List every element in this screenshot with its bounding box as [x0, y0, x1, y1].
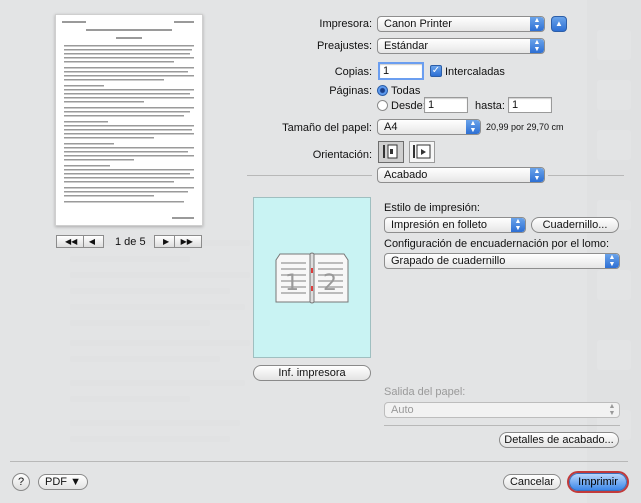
- orientation-label: Orientación:: [312, 149, 372, 161]
- previous-page-icon[interactable]: ◀: [89, 237, 95, 246]
- paper-output-value: Auto: [391, 404, 414, 416]
- section-separator-right: [548, 175, 624, 176]
- pages-all-radio[interactable]: [377, 85, 388, 96]
- paper-dimensions: 20,99 por 29,70 cm: [486, 122, 564, 132]
- section-separator-left: [247, 175, 372, 176]
- help-button[interactable]: ?: [12, 473, 30, 491]
- paper-size-select[interactable]: A4 ▲ ▼: [377, 119, 481, 135]
- updown-arrows-icon: ▲ ▼: [605, 254, 619, 268]
- section-select[interactable]: Acabado ▲ ▼: [377, 167, 545, 183]
- pdf-menu-button[interactable]: PDF ▼: [38, 474, 88, 490]
- booklet-preview: 1 2: [253, 197, 371, 358]
- expand-dialog-button[interactable]: ▲: [551, 16, 567, 32]
- updown-arrows-icon: ▲ ▼: [530, 17, 544, 31]
- copies-field[interactable]: 1: [378, 62, 424, 80]
- orientation-portrait-button[interactable]: [378, 141, 404, 163]
- printer-label: Impresora:: [319, 18, 372, 30]
- print-style-value: Impresión en folleto: [391, 219, 487, 231]
- pages-to-field[interactable]: 1: [508, 97, 552, 113]
- paper-size-value: A4: [384, 121, 398, 133]
- binding-select[interactable]: Grapado de cuadernillo ▲ ▼: [384, 253, 620, 269]
- print-style-label: Estilo de impresión:: [384, 202, 480, 214]
- booklet-page-number-right: 2: [323, 271, 337, 296]
- booklet-button[interactable]: Cuadernillo...: [531, 217, 619, 233]
- print-style-select[interactable]: Impresión en folleto ▲ ▼: [384, 217, 526, 233]
- bottom-separator: [10, 461, 628, 462]
- printer-select[interactable]: Canon Printer ▲ ▼: [377, 16, 545, 32]
- page-preview-content: [62, 21, 194, 219]
- updown-arrows-icon: ▲ ▼: [511, 218, 525, 232]
- presets-label: Preajustes:: [316, 40, 372, 52]
- copies-label: Copias:: [334, 66, 372, 78]
- paper-output-label: Salida del papel:: [384, 386, 466, 398]
- pages-range-radio[interactable]: [377, 100, 388, 111]
- portrait-icon: [383, 144, 398, 159]
- updown-arrows-icon: ▲ ▼: [530, 39, 544, 53]
- help-icon: ?: [17, 476, 25, 488]
- paper-output-select[interactable]: Auto ▲ ▼: [384, 402, 620, 418]
- checkmark-icon: ✓: [431, 65, 441, 76]
- open-book-icon: 1 2: [275, 252, 349, 304]
- updown-arrows-icon: ▲ ▼: [466, 120, 480, 134]
- page-preview: [55, 14, 203, 226]
- printer-info-button[interactable]: Inf. impresora: [253, 365, 371, 381]
- presets-select[interactable]: Estándar ▲ ▼: [377, 38, 545, 54]
- presets-select-value: Estándar: [384, 40, 429, 52]
- pages-from-label: Desde:: [391, 100, 426, 112]
- finishing-details-button[interactable]: Detalles de acabado...: [499, 432, 619, 448]
- print-button[interactable]: Imprimir: [569, 473, 627, 491]
- preview-next-last-control[interactable]: ▶ ▶▶: [154, 235, 202, 248]
- landscape-icon: [413, 144, 431, 159]
- preview-first-prev-control[interactable]: ◀◀ ◀: [56, 235, 104, 248]
- orientation-landscape-button[interactable]: [409, 141, 435, 163]
- binding-value: Grapado de cuadernillo: [391, 255, 506, 267]
- section-select-value: Acabado: [384, 169, 428, 181]
- page-indicator: 1 de 5: [115, 236, 146, 248]
- next-page-icon[interactable]: ▶: [163, 237, 169, 246]
- collate-checkbox[interactable]: ✓: [430, 65, 442, 77]
- pages-from-field[interactable]: 1: [424, 97, 468, 113]
- pages-label: Páginas:: [329, 85, 372, 97]
- booklet-page-number-left: 1: [285, 271, 299, 296]
- updown-arrows-icon: ▲ ▼: [608, 403, 616, 417]
- first-page-icon[interactable]: ◀◀: [65, 237, 77, 246]
- collate-label: Intercaladas: [445, 66, 505, 78]
- disclosure-up-icon: ▲: [555, 19, 563, 28]
- printer-select-value: Canon Printer: [384, 18, 452, 30]
- print-dialog: ◀◀ ◀ 1 de 5 ▶ ▶▶ Impresora: Canon Printe…: [0, 0, 641, 503]
- pages-to-label: hasta:: [475, 100, 505, 112]
- cancel-button[interactable]: Cancelar: [503, 474, 561, 490]
- finishing-separator: [384, 425, 620, 426]
- pages-all-label: Todas: [391, 85, 421, 97]
- paper-size-label: Tamaño del papel:: [282, 122, 372, 134]
- updown-arrows-icon: ▲ ▼: [530, 168, 544, 182]
- last-page-icon[interactable]: ▶▶: [181, 237, 193, 246]
- binding-label: Configuración de encuadernación por el l…: [384, 238, 610, 250]
